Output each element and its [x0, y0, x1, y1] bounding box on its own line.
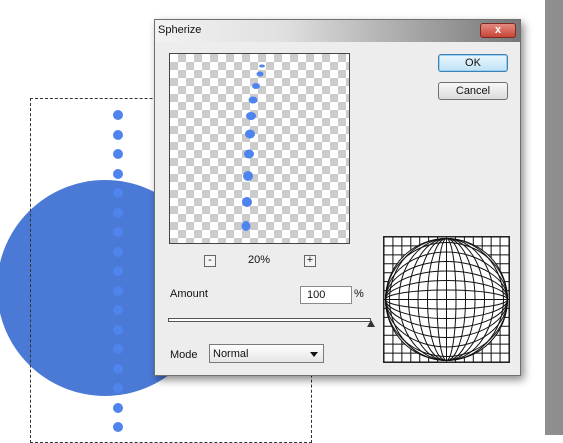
amount-unit: %: [354, 288, 364, 300]
preview-dot: [241, 221, 251, 231]
zoom-out-button[interactable]: -: [204, 255, 216, 267]
spherize-dialog: Spherize x - 20% + Amount 100 % Mode Nor…: [154, 19, 521, 376]
preview-dot: [252, 83, 260, 89]
preview-dot: [248, 96, 258, 104]
canvas-dot: [113, 324, 123, 335]
mode-dropdown[interactable]: Normal: [209, 344, 324, 363]
zoom-in-button[interactable]: +: [304, 255, 316, 267]
amount-slider-handle[interactable]: [367, 320, 375, 327]
spherize-grid-icon: [383, 236, 510, 363]
ok-button[interactable]: OK: [438, 54, 508, 72]
preview-dot: [259, 64, 265, 68]
zoom-level: 20%: [248, 254, 271, 266]
canvas-dot: [113, 149, 123, 159]
canvas-dot: [113, 344, 123, 354]
canvas-dot: [113, 207, 123, 218]
filter-preview[interactable]: [169, 53, 350, 244]
canvas-dot: [113, 110, 123, 120]
mode-label: Mode: [170, 349, 198, 361]
canvas-dot: [113, 402, 123, 413]
mode-selected-value: Normal: [213, 348, 249, 360]
canvas-dot: [113, 422, 123, 432]
preview-dot: [256, 71, 264, 77]
scrollbar-region[interactable]: [545, 0, 563, 435]
preview-dot: [246, 112, 256, 120]
canvas-dot: [113, 305, 123, 315]
amount-slider[interactable]: [168, 318, 371, 322]
preview-dot: [242, 197, 252, 207]
preview-dot: [243, 171, 253, 181]
canvas-dot: [113, 188, 123, 198]
zoom-in-icon: +: [306, 254, 314, 266]
dialog-titlebar[interactable]: Spherize x: [155, 20, 520, 42]
close-button[interactable]: x: [480, 23, 516, 38]
close-icon: x: [494, 24, 502, 36]
canvas-dot: [113, 266, 123, 276]
canvas-dot: [113, 227, 123, 237]
canvas-dot: [113, 246, 123, 257]
dialog-title: Spherize: [158, 24, 202, 36]
canvas-dot: [113, 168, 123, 179]
amount-field[interactable]: 100: [300, 286, 352, 304]
canvas-dot: [113, 129, 123, 140]
preview-dot: [245, 129, 255, 139]
zoom-out-icon: -: [208, 254, 212, 266]
preview-image: [241, 64, 265, 231]
canvas-dot: [113, 363, 123, 374]
canvas-dot: [113, 383, 123, 393]
dropdown-arrow-icon: [310, 352, 318, 357]
cancel-button[interactable]: Cancel: [438, 82, 508, 100]
amount-label: Amount: [170, 288, 208, 300]
canvas-dot: [113, 285, 123, 296]
preview-dot: [244, 149, 254, 159]
